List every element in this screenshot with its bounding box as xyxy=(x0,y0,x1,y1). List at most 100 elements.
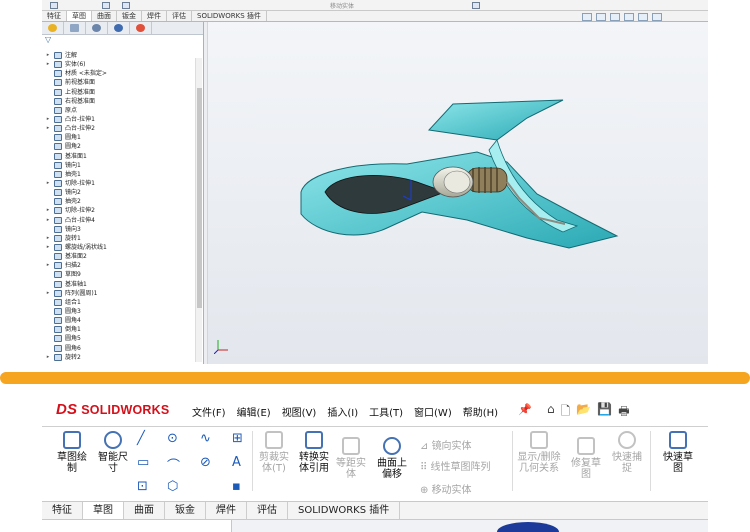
tab-0[interactable]: 特征 xyxy=(42,11,67,21)
repair-sketch-button[interactable]: 修复草 图 xyxy=(566,437,606,480)
tree-item[interactable]: ▸ 旋转1 xyxy=(42,234,198,243)
tree-item[interactable]: 圆角2 xyxy=(42,142,198,151)
tree-item[interactable]: ▸ 切除-拉伸2 xyxy=(42,206,198,215)
tree-item[interactable]: ▸ 螺旋线/涡状线1 xyxy=(42,243,198,252)
expand-arrow-icon[interactable]: ▸ xyxy=(42,243,54,252)
tab-2[interactable]: 曲面 xyxy=(92,11,117,21)
offset-on-surface-button[interactable]: 曲面上 偏移 xyxy=(370,437,414,480)
tab-configuration-manager[interactable] xyxy=(86,22,108,34)
grid-icon[interactable]: ⊞ xyxy=(232,431,243,446)
tree-item[interactable]: 基准轴1 xyxy=(42,280,198,289)
view-icon[interactable] xyxy=(596,13,606,21)
view-icon[interactable] xyxy=(652,13,662,21)
view-icon[interactable] xyxy=(610,13,620,21)
trim-entities-button[interactable]: 剪裁实 体(T) xyxy=(254,431,294,474)
sketch-button[interactable]: 草图绘 制 xyxy=(52,431,92,474)
toolbar-icon[interactable] xyxy=(122,2,130,9)
tab-3[interactable]: 钣金 xyxy=(165,502,206,519)
tree-item[interactable]: 前视基准面 xyxy=(42,78,198,87)
quick-access-icon[interactable]: 💾 xyxy=(597,402,612,423)
tree-item[interactable]: 镜向2 xyxy=(42,188,198,197)
tab-dim-expert[interactable] xyxy=(108,22,130,34)
tab-feature-tree[interactable] xyxy=(42,22,64,34)
arc-icon[interactable]: ⌒ xyxy=(167,455,180,474)
convert-entities-button[interactable]: 转换实 体引用 xyxy=(294,431,334,474)
toolbar-icon[interactable] xyxy=(50,2,58,9)
tree-item[interactable]: 组合1 xyxy=(42,298,198,307)
linear-pattern-button[interactable]: ⠿ 线性草图阵列 xyxy=(420,458,491,473)
rapid-sketch-button[interactable]: 快速草 图 xyxy=(654,431,702,474)
tree-item[interactable]: 上视基准面 xyxy=(42,88,198,97)
toolbar-icon[interactable] xyxy=(472,2,480,9)
expand-arrow-icon[interactable]: ▸ xyxy=(42,60,54,69)
tab-0[interactable]: 特征 xyxy=(42,502,83,519)
tree-item[interactable]: 圆角6 xyxy=(42,344,198,353)
tree-item[interactable]: 圆角5 xyxy=(42,334,198,343)
menu-item-1[interactable]: 编辑(E) xyxy=(237,404,271,419)
expand-arrow-icon[interactable]: ▸ xyxy=(42,289,54,298)
circle-icon[interactable]: ⊙ xyxy=(167,431,178,446)
tree-item[interactable]: 圆角4 xyxy=(42,316,198,325)
point-icon[interactable]: ▪ xyxy=(232,479,241,494)
tree-item[interactable]: 镜向3 xyxy=(42,225,198,234)
text-icon[interactable]: A xyxy=(232,455,241,470)
tree-item[interactable]: 材质 <未指定> xyxy=(42,69,198,78)
expand-arrow-icon[interactable]: ▸ xyxy=(42,353,54,362)
tree-item[interactable]: 基准面1 xyxy=(42,152,198,161)
expand-arrow-icon[interactable]: ▸ xyxy=(42,216,54,225)
tree-item[interactable]: ▸ 注解 xyxy=(42,51,198,60)
polygon-icon[interactable]: ⬡ xyxy=(167,479,178,494)
pin-icon[interactable]: 📌 xyxy=(518,403,532,416)
tree-item[interactable]: 草图9 xyxy=(42,270,198,279)
scroll-thumb[interactable] xyxy=(197,88,202,308)
quick-access-icon[interactable]: 📂 xyxy=(576,402,591,423)
graphics-viewport[interactable] xyxy=(207,22,708,364)
tree-item[interactable]: 圆角3 xyxy=(42,307,198,316)
tree-item[interactable]: ▸ 阵列(圆周)1 xyxy=(42,289,198,298)
tab-1[interactable]: 草图 xyxy=(83,502,124,519)
tree-item[interactable]: 镜向1 xyxy=(42,161,198,170)
quick-snaps-button[interactable]: 快速捕 捉 xyxy=(608,431,646,474)
view-icon[interactable] xyxy=(582,13,592,21)
tree-item[interactable]: ▸ 凸台-拉伸2 xyxy=(42,124,198,133)
menu-item-6[interactable]: 帮助(H) xyxy=(463,404,498,419)
tree-item[interactable]: 倒角1 xyxy=(42,325,198,334)
ellipse-icon[interactable]: ⊘ xyxy=(200,455,211,470)
tree-item[interactable]: ▸ 凸台-拉伸1 xyxy=(42,115,198,124)
expand-arrow-icon[interactable]: ▸ xyxy=(42,124,54,133)
tab-property-manager[interactable] xyxy=(64,22,86,34)
line-icon[interactable]: ╱ xyxy=(137,431,145,446)
tree-item[interactable]: 基准面2 xyxy=(42,252,198,261)
tab-6[interactable]: SOLIDWORKS 插件 xyxy=(288,502,401,519)
tree-item[interactable]: 抽壳1 xyxy=(42,170,198,179)
offset-entities-button[interactable]: 等距实 体 xyxy=(332,437,370,480)
tree-item[interactable]: ▸ 切除-拉伸1 xyxy=(42,179,198,188)
rectangle-icon[interactable]: ▭ xyxy=(137,455,149,470)
tree-item[interactable]: 圆角1 xyxy=(42,133,198,142)
tree-scrollbar[interactable] xyxy=(195,58,202,362)
expand-arrow-icon[interactable]: ▸ xyxy=(42,51,54,60)
toolbar-icon[interactable] xyxy=(102,2,110,9)
expand-arrow-icon[interactable]: ▸ xyxy=(42,115,54,124)
tree-item[interactable]: 原点 xyxy=(42,106,198,115)
view-icon[interactable] xyxy=(624,13,634,21)
tab-2[interactable]: 曲面 xyxy=(124,502,165,519)
quick-access-icon[interactable]: 🗋 xyxy=(561,402,571,423)
expand-arrow-icon[interactable]: ▸ xyxy=(42,234,54,243)
quick-access-icon[interactable]: 🖶 xyxy=(618,402,629,423)
menu-item-0[interactable]: 文件(F) xyxy=(192,404,226,419)
move-entities-button[interactable]: ⊕ 移动实体 xyxy=(420,481,472,496)
move-entity-label[interactable]: 移动实体 xyxy=(330,1,354,10)
tab-5[interactable]: 评估 xyxy=(167,11,192,21)
show-delete-relations-button[interactable]: 显示/删除 几何关系 xyxy=(514,431,564,474)
slot-icon[interactable]: ⊡ xyxy=(137,479,148,494)
expand-arrow-icon[interactable]: ▸ xyxy=(42,179,54,188)
tree-item[interactable]: ▸ 实体(6) xyxy=(42,60,198,69)
tab-display-manager[interactable] xyxy=(130,22,152,34)
tree-item[interactable]: ▸ 扫描2 xyxy=(42,261,198,270)
tab-5[interactable]: 评估 xyxy=(247,502,288,519)
menu-item-4[interactable]: 工具(T) xyxy=(369,404,403,419)
menu-item-3[interactable]: 插入(I) xyxy=(327,404,358,419)
spline-icon[interactable]: ∿ xyxy=(200,431,211,446)
filter-icon[interactable]: ▽ xyxy=(42,35,203,45)
